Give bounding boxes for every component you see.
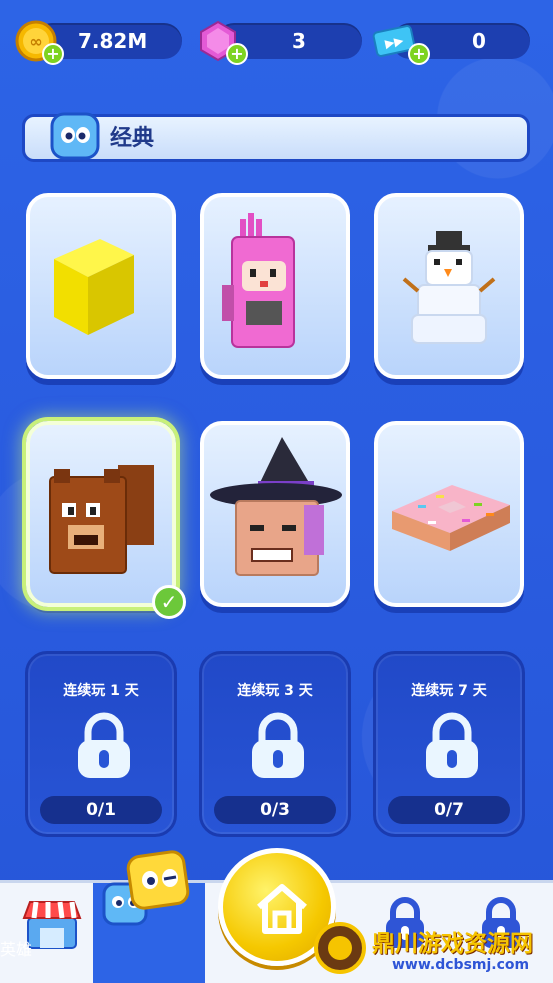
- lock-icon: [426, 712, 478, 778]
- ticket-counter[interactable]: ▶▶ + 0: [372, 21, 530, 65]
- gem-value: 3: [292, 29, 306, 53]
- unlock-requirement: 连续玩 1 天: [63, 683, 139, 699]
- unlock-requirement: 连续玩 7 天: [411, 683, 487, 699]
- character-card-witch[interactable]: [200, 421, 350, 607]
- gem-counter[interactable]: + 3: [196, 20, 362, 65]
- coin-value: 7.82M: [78, 29, 148, 53]
- watermark-logo-icon: [314, 922, 366, 974]
- home-icon: [257, 884, 307, 934]
- witch-character: [210, 437, 342, 576]
- hero-cubes-icon: [102, 850, 190, 926]
- lock-icon: [78, 712, 130, 778]
- yellow-cube-character: [54, 239, 134, 335]
- character-card-donut[interactable]: [374, 421, 524, 607]
- locked-card-day3[interactable]: 连续玩 3 天 0/3: [199, 651, 351, 837]
- snowman-character: [402, 231, 496, 344]
- character-card-brown-bear[interactable]: ✓: [26, 421, 186, 619]
- character-card-snowman[interactable]: [374, 193, 524, 379]
- category-title: 经典: [110, 126, 155, 151]
- tab-heroes-label: 英雄: [0, 940, 33, 959]
- watermark-url: www.dcbsmj.com: [392, 957, 530, 973]
- add-coins-icon[interactable]: +: [42, 43, 64, 65]
- unlock-progress: 0/1: [40, 796, 162, 824]
- category-banner: 经典: [22, 110, 530, 166]
- donut-character: [392, 485, 510, 551]
- locked-card-day7[interactable]: 连续玩 7 天 0/7: [373, 651, 525, 837]
- blue-cube-icon: [50, 112, 100, 160]
- ticket-value: 0: [472, 29, 486, 53]
- unlock-progress: 0/7: [388, 796, 510, 824]
- watermark-title: 鼎川游戏资源网: [372, 931, 533, 957]
- add-tickets-icon[interactable]: +: [408, 43, 430, 65]
- character-card-yellow-cube[interactable]: [26, 193, 176, 379]
- pink-robot-character: [222, 213, 295, 348]
- brown-bear-character: [49, 465, 154, 574]
- unlock-progress: 0/3: [214, 796, 336, 824]
- locked-card-day1[interactable]: 连续玩 1 天 0/1: [25, 651, 177, 837]
- watermark: 鼎川游戏资源网 www.dcbsmj.com: [310, 918, 553, 983]
- character-card-pink-robot[interactable]: [200, 193, 350, 379]
- add-gems-icon[interactable]: +: [226, 43, 248, 65]
- lock-icon: [252, 712, 304, 778]
- selected-check-icon: ✓: [152, 585, 186, 619]
- coin-counter[interactable]: ∞ + 7.82M: [14, 20, 182, 65]
- unlock-requirement: 连续玩 3 天: [237, 683, 313, 699]
- svg-text:∞: ∞: [29, 32, 42, 51]
